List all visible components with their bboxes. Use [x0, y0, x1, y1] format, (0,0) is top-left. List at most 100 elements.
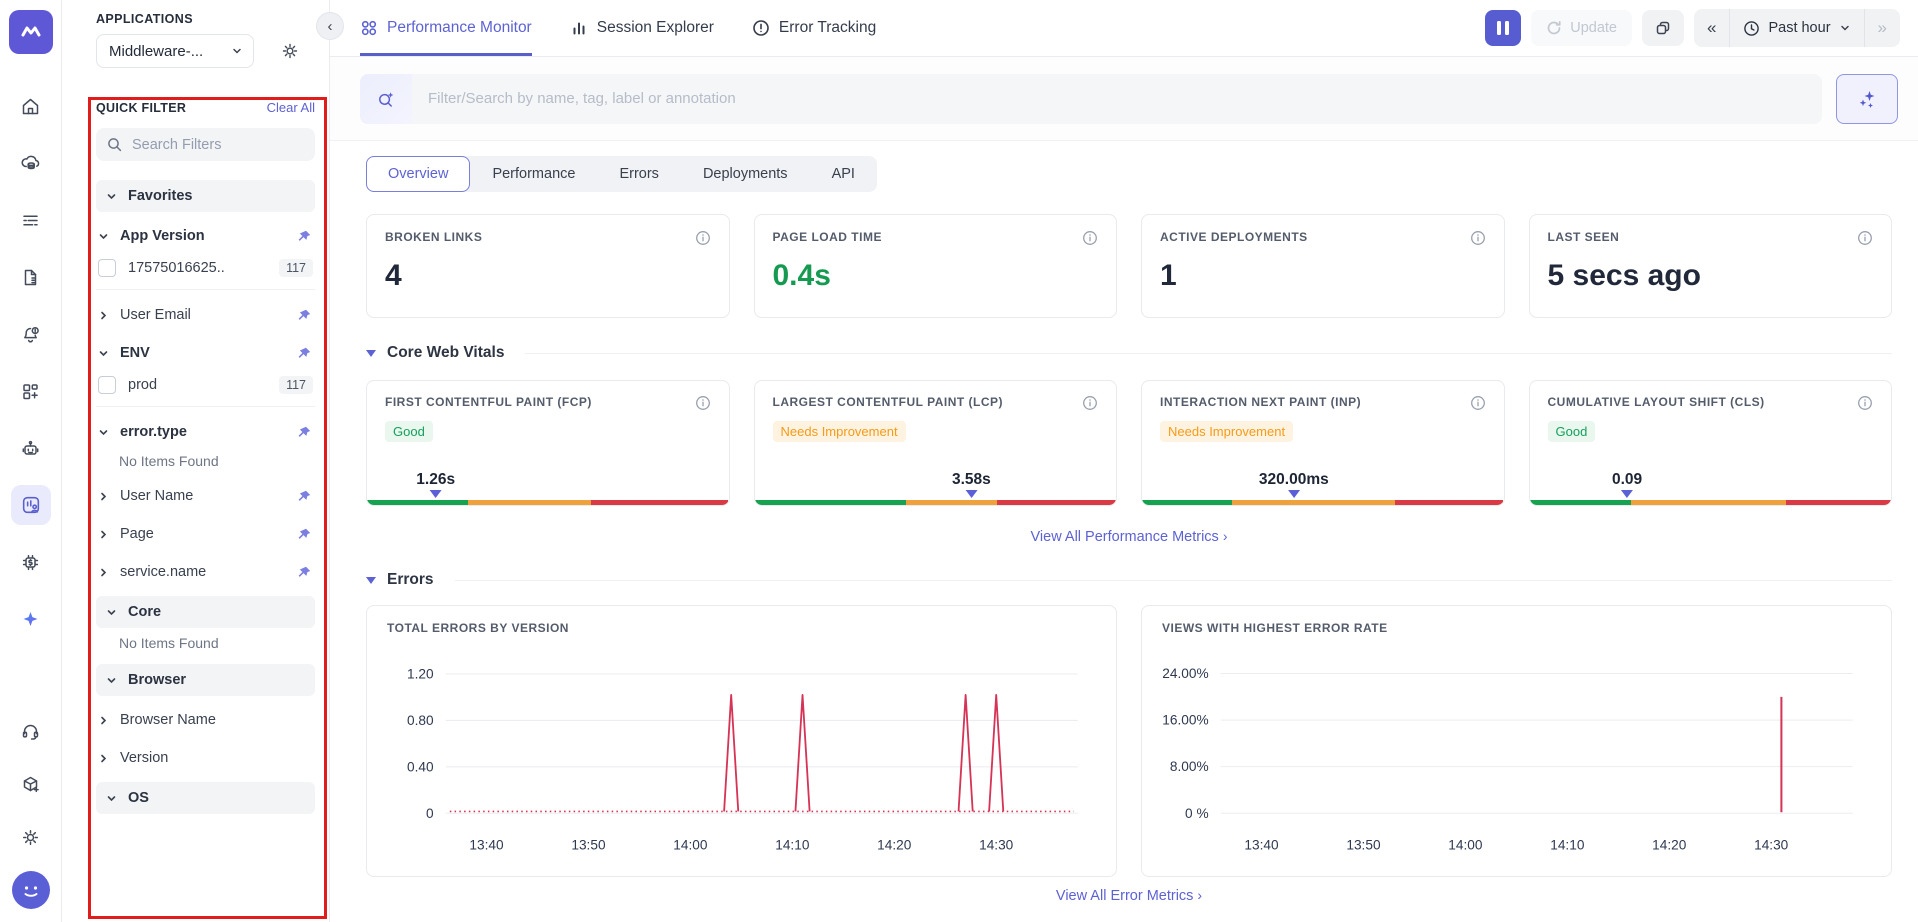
processor-icon[interactable]: [11, 542, 51, 582]
pin-icon[interactable]: [298, 426, 311, 439]
documents-icon[interactable]: [11, 257, 51, 297]
checkbox[interactable]: [98, 259, 116, 277]
view-all-error-metrics-link[interactable]: View All Error Metrics›: [366, 887, 1892, 904]
pin-icon[interactable]: [298, 230, 311, 243]
checkbox[interactable]: [98, 376, 116, 394]
filter-group-browser[interactable]: Browser: [96, 664, 315, 696]
info-icon[interactable]: [1857, 230, 1873, 246]
filter-group-env[interactable]: ENV: [96, 336, 315, 370]
filter-group-os[interactable]: OS: [96, 782, 315, 814]
clear-all-link[interactable]: Clear All: [267, 100, 315, 115]
count-badge: 117: [279, 259, 313, 277]
update-button[interactable]: Update: [1531, 10, 1632, 46]
filter-group-service-name[interactable]: service.name: [96, 555, 315, 589]
pin-icon[interactable]: [298, 528, 311, 541]
sidebar-collapse-button[interactable]: ‹: [316, 12, 344, 40]
time-prev-button[interactable]: «: [1694, 9, 1729, 47]
tab-session-explorer[interactable]: Session Explorer: [570, 0, 714, 56]
rail-top-group: [11, 86, 51, 639]
info-icon[interactable]: [695, 395, 711, 411]
time-range-selector[interactable]: Past hour: [1729, 9, 1863, 47]
info-icon[interactable]: [1082, 395, 1098, 411]
middleware-logo[interactable]: [9, 10, 53, 54]
info-icon[interactable]: [1857, 395, 1873, 411]
pin-icon[interactable]: [298, 347, 311, 360]
filter-group-page[interactable]: Page: [96, 517, 315, 551]
svg-text:13:40: 13:40: [469, 838, 504, 853]
filter-item-env-prod[interactable]: prod 117: [96, 372, 315, 407]
subtab-deployments[interactable]: Deployments: [681, 156, 810, 192]
user-avatar[interactable]: [11, 870, 51, 910]
filter-group-app-version[interactable]: App Version: [96, 219, 315, 253]
chevron-right-icon: [98, 567, 109, 578]
left-icon-rail: [0, 0, 62, 922]
chevron-down-icon: [98, 348, 109, 359]
ai-logo-icon[interactable]: [11, 599, 51, 639]
threshold-bar: [1530, 500, 1892, 505]
chevron-right-icon: [98, 491, 109, 502]
info-icon[interactable]: [1470, 230, 1486, 246]
copy-button[interactable]: [1642, 10, 1684, 46]
pin-icon[interactable]: [298, 309, 311, 322]
search-filters-input[interactable]: [132, 137, 272, 153]
subtab-api[interactable]: API: [810, 156, 877, 192]
settings-icon[interactable]: [11, 817, 51, 857]
svg-text:14:30: 14:30: [979, 838, 1014, 853]
status-badge: Needs Improvement: [773, 421, 906, 442]
time-next-button[interactable]: »: [1864, 9, 1900, 47]
info-icon[interactable]: [695, 230, 711, 246]
card-active-deployments: ACTIVE DEPLOYMENTS 1: [1141, 214, 1505, 318]
tab-error-tracking[interactable]: Error Tracking: [752, 0, 876, 56]
info-icon[interactable]: [1470, 395, 1486, 411]
pin-icon[interactable]: [298, 490, 311, 503]
logs-icon[interactable]: [11, 200, 51, 240]
filter-item-app-version[interactable]: 17575016625.. 117: [96, 255, 315, 290]
filter-sidebar: APPLICATIONS Middleware-... QUICK FILTER…: [62, 0, 330, 922]
marker-triangle-icon: [1288, 490, 1300, 498]
assistant-icon[interactable]: [11, 428, 51, 468]
pause-button[interactable]: [1485, 10, 1521, 46]
alerts-icon[interactable]: [11, 314, 51, 354]
info-icon[interactable]: [1082, 230, 1098, 246]
filter-group-user-name[interactable]: User Name: [96, 479, 315, 513]
subtab-performance[interactable]: Performance: [470, 156, 597, 192]
filter-group-favorites[interactable]: Favorites: [96, 180, 315, 212]
integrations-icon[interactable]: [11, 764, 51, 804]
pin-icon[interactable]: [298, 566, 311, 579]
filter-group-user-email[interactable]: User Email: [96, 298, 315, 332]
filter-search-input[interactable]: [412, 90, 1822, 107]
filter-group-error-type[interactable]: error.type: [96, 415, 315, 449]
core-web-vitals-section-header[interactable]: Core Web Vitals: [366, 344, 1892, 362]
svg-text:14:00: 14:00: [1448, 838, 1483, 853]
errors-section-header[interactable]: Errors: [366, 571, 1892, 589]
chart-total-errors-by-version: TOTAL ERRORS BY VERSION 1.200.800.40013:…: [366, 605, 1117, 877]
chevron-right-icon: [98, 715, 109, 726]
ai-sparkles-button[interactable]: [1836, 74, 1898, 124]
dashboards-icon[interactable]: [11, 371, 51, 411]
filter-group-core[interactable]: Core: [96, 596, 315, 628]
infrastructure-icon[interactable]: [11, 143, 51, 183]
filter-search-box[interactable]: [96, 128, 315, 161]
filter-group-browser-name[interactable]: Browser Name: [96, 703, 315, 737]
view-all-performance-metrics-link[interactable]: View All Performance Metrics›: [366, 528, 1892, 545]
main-area: Performance Monitor Session Explorer Err…: [330, 0, 1918, 922]
card-last-seen: LAST SEEN 5 secs ago: [1529, 214, 1893, 318]
triangle-down-icon: [366, 350, 376, 357]
filter-group-version[interactable]: Version: [96, 741, 315, 775]
subtab-overview[interactable]: Overview: [366, 156, 470, 192]
home-icon[interactable]: [11, 86, 51, 126]
svg-text:24.00%: 24.00%: [1162, 666, 1208, 681]
marker-triangle-icon: [1621, 490, 1633, 498]
top-tab-bar: Performance Monitor Session Explorer Err…: [330, 0, 1918, 57]
bar-chart[interactable]: 24.00%16.00%8.00%0 %13:4013:5014:0014:10…: [1162, 639, 1871, 879]
application-selector[interactable]: Middleware-...: [96, 34, 254, 68]
global-filter-search[interactable]: [360, 74, 1822, 124]
support-icon[interactable]: [11, 711, 51, 751]
subtab-errors[interactable]: Errors: [597, 156, 680, 192]
rum-icon[interactable]: [11, 485, 51, 525]
line-chart[interactable]: 1.200.800.40013:4013:5014:0014:1014:2014…: [387, 639, 1096, 879]
applications-label: APPLICATIONS: [96, 12, 315, 26]
application-settings-gear-icon[interactable]: [280, 41, 300, 61]
tab-performance-monitor[interactable]: Performance Monitor: [360, 0, 532, 56]
chevron-down-icon: [231, 45, 243, 57]
